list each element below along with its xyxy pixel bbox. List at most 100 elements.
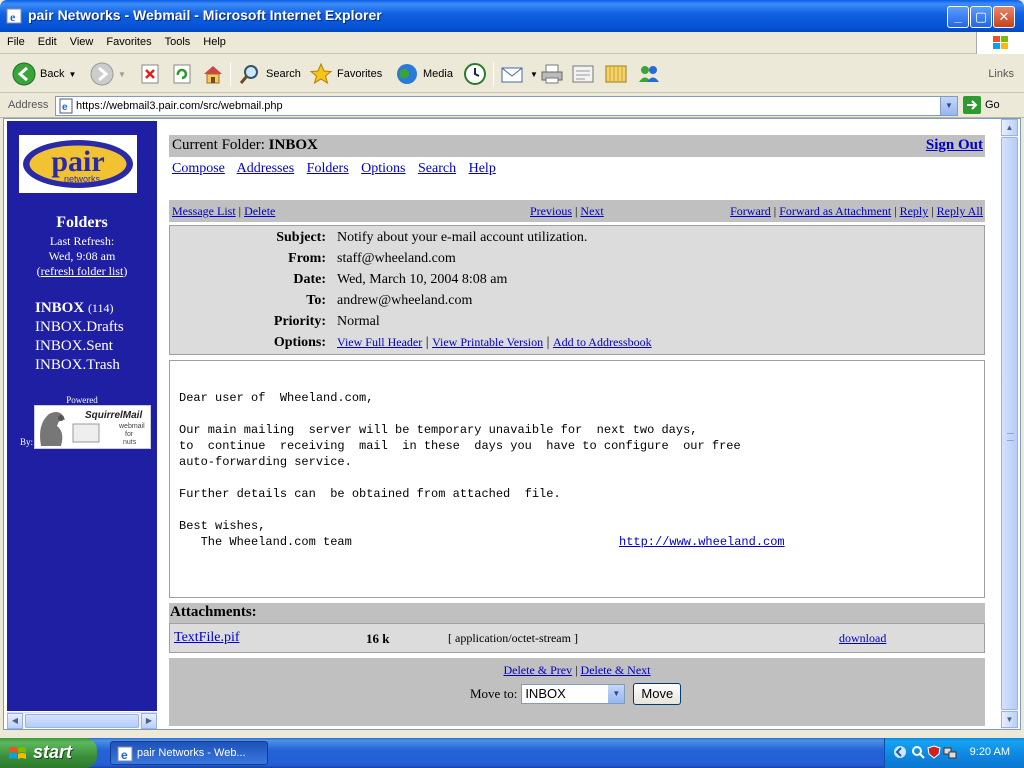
start-button[interactable]: start — [0, 738, 97, 768]
folders-link[interactable]: Folders — [307, 161, 349, 176]
move-button[interactable]: Move — [633, 683, 682, 705]
last-refresh-time: Wed, 9:08 am — [48, 249, 116, 263]
folder-trash[interactable]: INBOX.Trash — [35, 356, 124, 375]
menu-favorites[interactable]: Favorites — [99, 32, 157, 48]
folders-heading: Folders — [56, 214, 108, 231]
search-label: Search — [266, 68, 301, 80]
svg-text:e: e — [121, 748, 128, 762]
menu-file[interactable]: File — [0, 32, 31, 48]
mail-dropdown-icon[interactable]: ▼ — [530, 70, 538, 79]
page-scroll-thumb[interactable] — [1001, 137, 1018, 710]
forward-button[interactable]: ▼ — [90, 60, 126, 88]
forward-as-attachment-link[interactable]: Forward as Attachment — [779, 204, 891, 218]
message-list-link[interactable]: Message List — [172, 204, 236, 218]
sidebar-horizontal-scrollbar[interactable]: ◀ ▶ — [7, 712, 157, 729]
forward-dropdown-icon[interactable]: ▼ — [118, 70, 126, 79]
back-arrow-icon — [12, 62, 36, 86]
stop-button[interactable] — [140, 60, 160, 88]
shield-icon[interactable] — [927, 745, 941, 759]
history-button[interactable] — [463, 60, 487, 88]
menu-help[interactable]: Help — [196, 32, 232, 48]
move-to-control: Move to: INBOX ▼ Move — [470, 683, 682, 705]
scroll-right-icon[interactable]: ▶ — [141, 713, 157, 729]
system-tray: 9:20 AM — [884, 738, 1024, 768]
squirrelmail-logo[interactable]: SquirrelMail webmail for nuts — [34, 405, 151, 449]
header-date: Date: Wed, March 10, 2004 8:08 am — [170, 272, 982, 292]
menu-view[interactable]: View — [63, 32, 100, 48]
compose-link[interactable]: Compose — [172, 161, 225, 176]
delete-and-next-link[interactable]: Delete & Next — [581, 663, 651, 677]
header-date-label: Date: — [293, 272, 326, 287]
title-bar[interactable]: e pair Networks - Webmail - Microsoft In… — [0, 0, 1024, 32]
header-to-label: To: — [306, 293, 326, 308]
back-button[interactable]: Back ▼ — [12, 60, 76, 88]
home-button[interactable] — [201, 60, 225, 88]
search-button[interactable]: Search — [238, 60, 301, 88]
refresh-button[interactable] — [172, 60, 192, 88]
refresh-folder-list-link[interactable]: refresh folder list — [41, 264, 124, 278]
address-label: Address — [8, 99, 49, 111]
attachment-name-link[interactable]: TextFile.pif — [174, 630, 240, 646]
messenger-button[interactable] — [636, 60, 662, 88]
minimize-button[interactable]: _ — [947, 6, 969, 28]
menu-tools[interactable]: Tools — [158, 32, 197, 48]
folder-drafts[interactable]: INBOX.Drafts — [35, 318, 124, 337]
taskbar-item-ie[interactable]: e pair Networks - Web... — [110, 741, 268, 765]
add-to-addressbook-link[interactable]: Add to Addressbook — [553, 335, 652, 349]
address-input[interactable]: e https://webmail3.pair.com/src/webmail.… — [55, 96, 958, 116]
close-button[interactable]: ✕ — [993, 6, 1015, 28]
previous-link[interactable]: Previous — [530, 204, 572, 218]
select-dropdown-icon[interactable]: ▼ — [608, 685, 625, 703]
favorites-button[interactable]: Favorites — [309, 60, 382, 88]
wheeland-url-link[interactable]: http://www.wheeland.com — [619, 534, 785, 550]
view-full-header-link[interactable]: View Full Header — [337, 335, 422, 349]
search-link[interactable]: Search — [418, 161, 456, 176]
go-button[interactable]: Go — [963, 96, 1000, 114]
history-icon — [464, 63, 486, 85]
tray-arrow-icon[interactable] — [893, 745, 907, 759]
header-options-label: Options: — [273, 335, 326, 350]
forward-link[interactable]: Forward — [730, 204, 771, 218]
by-label: By: — [20, 437, 34, 447]
maximize-button[interactable]: ▢ — [970, 6, 992, 28]
svg-text:e: e — [10, 10, 16, 24]
addresses-link[interactable]: Addresses — [237, 161, 295, 176]
media-label: Media — [423, 68, 453, 80]
view-printable-version-link[interactable]: View Printable Version — [432, 335, 543, 349]
reply-link[interactable]: Reply — [900, 204, 929, 218]
mail-button[interactable]: ▼ — [500, 60, 538, 88]
scroll-left-icon[interactable]: ◀ — [7, 713, 23, 729]
links-label[interactable]: Links — [988, 68, 1014, 80]
pair-networks-logo[interactable]: pair networks — [19, 135, 137, 193]
scroll-up-icon[interactable]: ▲ — [1001, 119, 1018, 136]
media-button[interactable]: Media — [395, 60, 453, 88]
discuss-button[interactable] — [604, 60, 628, 88]
delete-and-prev-link[interactable]: Delete & Prev — [503, 663, 572, 677]
edit-button[interactable] — [571, 60, 595, 88]
back-dropdown-icon[interactable]: ▼ — [68, 70, 76, 79]
main-menu: Compose Addresses Folders Options Search… — [172, 161, 505, 177]
folder-inbox[interactable]: INBOX (114) — [35, 299, 124, 318]
help-link[interactable]: Help — [469, 161, 496, 176]
sidebar-scroll-thumb[interactable] — [25, 714, 139, 728]
mail-icon — [501, 67, 523, 83]
menu-edit[interactable]: Edit — [31, 32, 63, 48]
delete-link[interactable]: Delete — [244, 204, 275, 218]
print-button[interactable] — [540, 60, 564, 88]
scroll-down-icon[interactable]: ▼ — [1001, 711, 1018, 728]
folder-sent[interactable]: INBOX.Sent — [35, 337, 124, 356]
attachment-download-link[interactable]: download — [839, 631, 886, 646]
search-tray-icon[interactable] — [911, 745, 925, 759]
edit-page-icon — [572, 65, 594, 83]
folder-inbox-count: (114) — [87, 301, 114, 315]
ie-icon: e — [6, 8, 22, 24]
network-icon[interactable] — [943, 745, 957, 759]
attachment-size: 16 k — [366, 631, 390, 646]
page-vertical-scrollbar[interactable]: ▲ ▼ — [1001, 119, 1018, 729]
sign-out-link[interactable]: Sign Out — [926, 137, 983, 154]
reply-all-link[interactable]: Reply All — [937, 204, 983, 218]
move-to-select[interactable]: INBOX ▼ — [521, 684, 626, 704]
address-dropdown-icon[interactable]: ▼ — [940, 97, 957, 115]
options-link[interactable]: Options — [361, 161, 405, 176]
next-link[interactable]: Next — [580, 204, 603, 218]
